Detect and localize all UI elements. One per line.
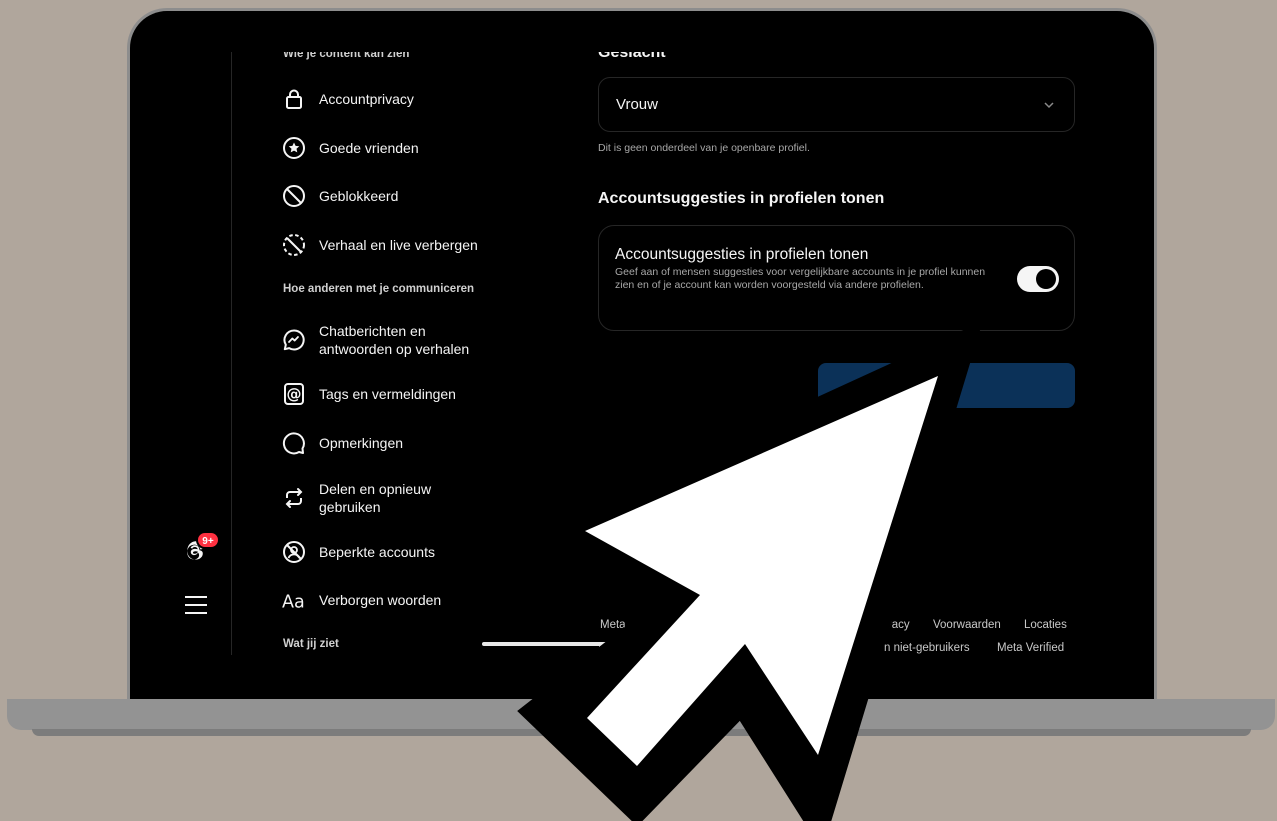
messenger-icon: [282, 328, 306, 352]
laptop-base: [7, 699, 1275, 730]
gender-select[interactable]: Vrouw: [598, 77, 1075, 132]
text-size-icon: Aa: [282, 588, 306, 612]
suggestions-card-title: Accountsuggesties in profielen tonen: [615, 246, 869, 263]
home-indicator: [482, 642, 662, 646]
mention-icon: @: [282, 382, 306, 406]
settings-item-comments[interactable]: Opmerkingen: [282, 431, 522, 455]
star-circle-icon: [282, 136, 306, 160]
restricted-icon: [282, 540, 306, 564]
settings-item-hide-story[interactable]: Verhaal en live verbergen: [282, 233, 522, 257]
settings-item-sharing[interactable]: Delen en opnieuw gebruiken: [282, 480, 522, 516]
settings-item-label: Tags en vermeldingen: [319, 386, 456, 402]
settings-item-account-privacy[interactable]: Accountprivacy: [282, 87, 522, 111]
gender-title: Geslacht: [598, 52, 666, 61]
chevron-down-icon: [1044, 102, 1054, 109]
footer-link-meta-verified[interactable]: Meta Verified: [997, 642, 1064, 654]
section-heading-interaction: Hoe anderen met je communiceren: [283, 283, 475, 295]
hide-story-icon: [282, 233, 306, 257]
section-heading-what-you-see: Wat jij ziet: [283, 638, 339, 650]
submit-button[interactable]: [818, 363, 1075, 408]
gender-helper-text: Dit is geen onderdeel van je openbare pr…: [598, 142, 810, 154]
settings-item-restricted[interactable]: Beperkte accounts: [282, 540, 522, 564]
stage: 9+ Wie je content kan zien Accountprivac…: [0, 0, 1277, 821]
blocked-icon: [282, 184, 306, 208]
settings-item-label: Delen en opnieuw gebruiken: [319, 481, 432, 515]
settings-list: Wie je content kan zien Accountprivacy G…: [232, 52, 532, 655]
menu-icon[interactable]: [185, 595, 207, 615]
settings-item-close-friends[interactable]: Goede vrienden: [282, 136, 522, 160]
svg-text:@: @: [287, 385, 302, 403]
footer-link-non-users[interactable]: n niet-gebruikers: [884, 642, 970, 654]
laptop-base-shadow: [32, 729, 1251, 736]
toggle-knob: [1036, 269, 1056, 289]
suggestions-toggle[interactable]: [1017, 266, 1059, 292]
suggestions-heading: Accountsuggesties in profielen tonen: [598, 190, 885, 207]
footer-link-locations[interactable]: Locaties: [1024, 619, 1067, 631]
suggestions-card: Accountsuggesties in profielen tonen Gee…: [598, 225, 1075, 331]
settings-item-label: Chatberichten en antwoorden op verhalen: [319, 323, 470, 357]
footer-link-meta[interactable]: Meta: [600, 619, 626, 631]
settings-item-label: Geblokkeerd: [319, 188, 399, 204]
settings-item-label: Goede vrienden: [319, 140, 419, 156]
lock-icon: [282, 87, 306, 111]
settings-item-blocked[interactable]: Geblokkeerd: [282, 184, 522, 208]
section-heading-content-visibility: Wie je content kan zien: [283, 52, 410, 60]
footer-link-terms[interactable]: Voorwaarden: [933, 619, 1001, 631]
profile-edit-panel: Geslacht Vrouw Dit is geen onderdeel van…: [532, 52, 1124, 655]
settings-item-label: Opmerkingen: [319, 435, 404, 451]
comment-icon: [282, 431, 306, 455]
gender-select-value: Vrouw: [616, 96, 658, 113]
settings-item-label: Verborgen woorden: [319, 592, 442, 608]
settings-item-tags[interactable]: @ Tags en vermeldingen: [282, 382, 522, 406]
repost-icon: [282, 486, 306, 510]
settings-item-messages[interactable]: Chatberichten en antwoorden op verhalen: [282, 322, 522, 358]
settings-item-label: Accountprivacy: [319, 91, 414, 107]
svg-text:Aa: Aa: [282, 592, 305, 612]
screen: 9+ Wie je content kan zien Accountprivac…: [160, 52, 1124, 655]
nav-rail: 9+: [160, 52, 232, 655]
settings-item-label: Beperkte accounts: [319, 544, 435, 560]
threads-badge: 9+: [196, 531, 220, 549]
settings-item-label: Verhaal en live verbergen: [319, 237, 478, 253]
suggestions-card-desc: Geef aan of mensen suggesties voor verge…: [615, 266, 986, 291]
settings-item-hidden-words[interactable]: Aa Verborgen woorden: [282, 588, 522, 612]
footer-link-privacy[interactable]: vacy: [886, 619, 910, 631]
